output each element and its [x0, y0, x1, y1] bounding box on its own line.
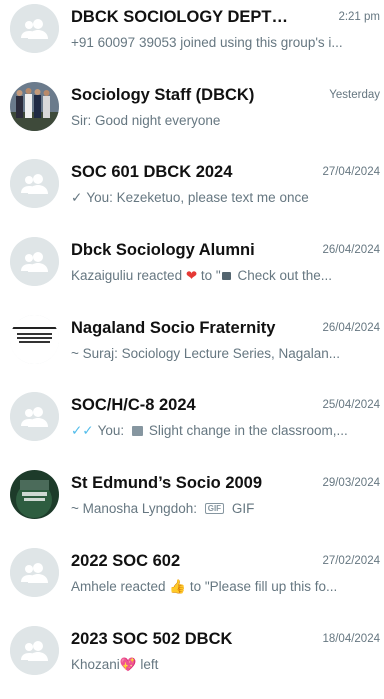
chat-preview: +91 60097 39053 joined using this group'…: [71, 35, 378, 50]
chat-preview: Khozani💖 left: [71, 657, 378, 673]
preview-text: ~ Manosha Lyngdoh:: [71, 501, 201, 516]
preview-text: You: Kezeketuo, please text me once: [86, 190, 308, 205]
read-ticks-icon: ✓✓: [71, 423, 94, 438]
chat-title: St Edmund’s Socio 2009: [71, 474, 288, 493]
chat-time: 25/04/2024: [322, 399, 380, 411]
preview-text: You:: [98, 423, 128, 438]
image-icon: [132, 426, 143, 436]
chat-time: 26/04/2024: [322, 322, 380, 334]
video-icon: [222, 272, 231, 280]
preview-text: GIF: [228, 501, 254, 516]
chat-row-soc-h-c-8[interactable]: SOC/H/C-8 2024 25/04/2024 ✓✓ You: Slight …: [0, 388, 384, 466]
chat-title: Sociology Staff (DBCK): [71, 86, 288, 105]
chat-preview: Kazaiguliu reacted ❤ to " Check out the.…: [71, 268, 378, 284]
group-avatar-icon[interactable]: [10, 159, 59, 208]
group-avatar-icon[interactable]: [10, 4, 59, 53]
chat-title: Nagaland Socio Fraternity: [71, 319, 288, 338]
preview-text: Amhele reacted: [71, 579, 169, 594]
preview-text: Khozani: [71, 657, 120, 672]
thumbs-up-emoji-icon: 👍: [169, 579, 186, 594]
chat-preview: Amhele reacted 👍 to "Please fill up this…: [71, 579, 378, 595]
chat-time: Yesterday: [329, 89, 380, 101]
preview-text: Kazaiguliu reacted: [71, 268, 186, 283]
group-avatar-icon[interactable]: [10, 237, 59, 286]
chat-row-dbck-alumni[interactable]: Dbck Sociology Alumni 26/04/2024 Kazaigu…: [0, 233, 384, 311]
chat-list: DBCK SOCIOLOGY DEPT 2024-... 2:21 pm +91…: [0, 0, 384, 699]
chat-time: 26/04/2024: [322, 244, 380, 256]
chat-preview: Sir: Good night everyone: [71, 113, 378, 128]
chat-title: Dbck Sociology Alumni: [71, 241, 288, 260]
chat-row-st-edmunds[interactable]: St Edmund’s Socio 2009 29/03/2024 ~ Mano…: [0, 466, 384, 544]
chat-title: SOC/H/C-8 2024: [71, 396, 288, 415]
chat-preview: ~ Manosha Lyngdoh: GIF GIF: [71, 501, 378, 516]
chat-preview: ✓✓ You: Slight change in the classroom,..…: [71, 423, 378, 439]
group-avatar-icon[interactable]: [10, 626, 59, 675]
preview-text: to "Please fill up this fo...: [186, 579, 337, 594]
chat-preview: ~ Suraj: Sociology Lecture Series, Nagal…: [71, 346, 378, 361]
chat-time: 18/04/2024: [322, 633, 380, 645]
chat-time: 27/02/2024: [322, 555, 380, 567]
group-photo-avatar[interactable]: [10, 82, 59, 131]
chat-time: 27/04/2024: [322, 166, 380, 178]
chat-time: 2:21 pm: [338, 11, 380, 23]
group-photo-avatar[interactable]: [10, 315, 59, 364]
chat-preview: ✓ You: Kezeketuo, please text me once: [71, 190, 378, 206]
chat-row-nagaland-socio[interactable]: Nagaland Socio Fraternity 26/04/2024 ~ S…: [0, 311, 384, 389]
heart-emoji-icon: ❤: [186, 268, 197, 283]
chat-title: 2022 SOC 602: [71, 552, 288, 571]
chat-title: DBCK SOCIOLOGY DEPT 2024-...: [71, 8, 288, 27]
group-avatar-icon[interactable]: [10, 392, 59, 441]
chat-row-soc-601[interactable]: SOC 601 DBCK 2024 27/04/2024 ✓ You: Kezek…: [0, 155, 384, 233]
heart-emoji-icon: 💖: [120, 657, 137, 672]
chat-title: 2023 SOC 502 DBCK: [71, 630, 288, 649]
preview-text: Slight change in the classroom,...: [149, 423, 348, 438]
chat-row-sociology-staff[interactable]: Sociology Staff (DBCK) Yesterday Sir: Go…: [0, 78, 384, 156]
preview-text: Check out the...: [234, 268, 332, 283]
gif-icon: GIF: [205, 503, 224, 514]
chat-row-2022-soc-602[interactable]: 2022 SOC 602 27/02/2024 Amhele reacted 👍…: [0, 544, 384, 622]
preview-text: left: [137, 657, 159, 672]
chat-row-dbck-sociology-dept[interactable]: DBCK SOCIOLOGY DEPT 2024-... 2:21 pm +91…: [0, 0, 384, 78]
chat-title: SOC 601 DBCK 2024: [71, 163, 288, 182]
group-avatar-icon[interactable]: [10, 548, 59, 597]
chat-time: 29/03/2024: [322, 477, 380, 489]
chat-row-2023-soc-502[interactable]: 2023 SOC 502 DBCK 18/04/2024 Khozani💖 le…: [0, 622, 384, 699]
group-photo-avatar[interactable]: [10, 470, 59, 519]
sent-tick-icon: ✓: [71, 190, 82, 205]
preview-text: to ": [197, 268, 221, 283]
